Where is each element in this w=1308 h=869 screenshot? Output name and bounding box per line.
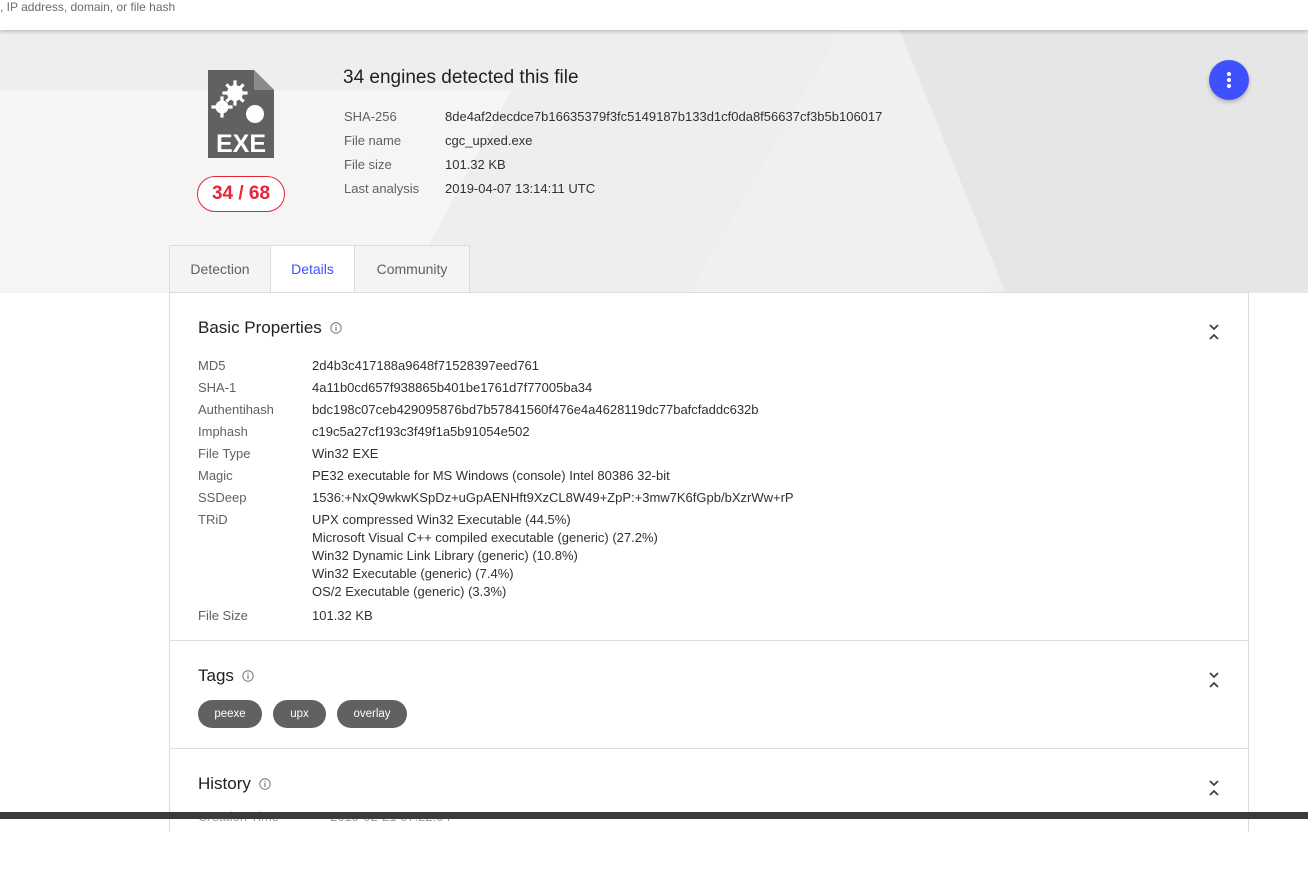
meta-row-last-analysis: Last analysis 2019-04-07 13:14:11 UTC [344,180,596,196]
trid-entry: Microsoft Visual C++ compiled executable… [312,530,658,545]
tag-chip[interactable]: upx [273,700,326,728]
info-icon[interactable] [242,670,254,682]
meta-row-file-size: File size 101.32 KB [344,156,506,172]
tab-detection[interactable]: Detection [169,245,270,293]
trid-entry: Win32 Dynamic Link Library (generic) (10… [312,548,578,563]
section-title-basic-properties: Basic Properties [198,318,342,338]
info-icon[interactable] [259,778,271,790]
section-title-history: History [198,774,271,794]
exe-file-icon: EXE [208,70,274,158]
vertical-dots-icon [1227,72,1231,88]
more-options-button[interactable] [1209,60,1249,100]
prop-row-ssdeep: SSDeep 1536:+NxQ9wkwKSpDz+uGpAENHft9XzCL… [198,490,794,505]
trid-entry: Win32 Executable (generic) (7.4%) [312,566,514,581]
meta-row-file-name: File name cgc_upxed.exe [344,132,533,148]
info-icon[interactable] [330,322,342,334]
detection-score-badge: 34 / 68 [197,176,285,212]
prop-row-md5: MD5 2d4b3c417188a9648f71528397eed761 [198,358,540,373]
prop-row-trid: TRiD UPX compressed Win32 Executable (44… [198,509,794,605]
collapse-icon[interactable] [1208,323,1220,341]
section-title-tags: Tags [198,666,254,686]
trid-entry: UPX compressed Win32 Executable (44.5%) [312,512,571,527]
basic-properties-section: Basic Properties MD5 2d4b3c417188a9648f7… [170,293,1248,641]
tag-chip[interactable]: overlay [337,700,407,728]
trid-list: UPX compressed Win32 Executable (44.5%) … [312,509,658,605]
basic-properties-list: MD5 2d4b3c417188a9648f71528397eed761 SHA… [198,355,794,627]
prop-row-imphash: Imphash c19c5a27cf193c3f49f1a5b91054e502 [198,424,530,439]
search-input[interactable] [0,0,700,18]
tag-chip[interactable]: peexe [198,700,262,728]
prop-row-sha1: SHA-1 4a11b0cd657f938865b401be1761d7f770… [198,380,593,395]
prop-row-file-type: File Type Win32 EXE [198,446,379,461]
file-type-label: EXE [216,130,266,158]
prop-row-magic: Magic PE32 executable for MS Windows (co… [198,468,670,483]
page-title: 34 engines detected this file [343,67,579,88]
collapse-icon[interactable] [1208,779,1220,797]
tags-section: Tags peexe upx overlay [170,641,1248,749]
file-meta: SHA-256 8de4af2decdce7b16635379f3fc51491… [344,104,882,200]
meta-row-sha256: SHA-256 8de4af2decdce7b16635379f3fc51491… [344,108,883,124]
history-section: History Creation Time 2019-02-21 07:22:0… [170,749,1248,869]
details-panel: Basic Properties MD5 2d4b3c417188a9648f7… [169,292,1249,832]
tab-community[interactable]: Community [354,245,470,293]
prop-row-file-size: File Size 101.32 KB [198,608,373,623]
tab-details[interactable]: Details [270,245,354,293]
collapse-icon[interactable] [1208,671,1220,689]
trid-entry: OS/2 Executable (generic) (3.3%) [312,584,507,599]
tag-list: peexe upx overlay [198,700,418,728]
search-bar [0,0,1308,30]
bottom-edge-bar [0,812,1308,819]
tab-bar: Detection Details Community [169,245,470,293]
prop-row-authentihash: Authentihash bdc198c07ceb429095876bd7b57… [198,402,759,417]
